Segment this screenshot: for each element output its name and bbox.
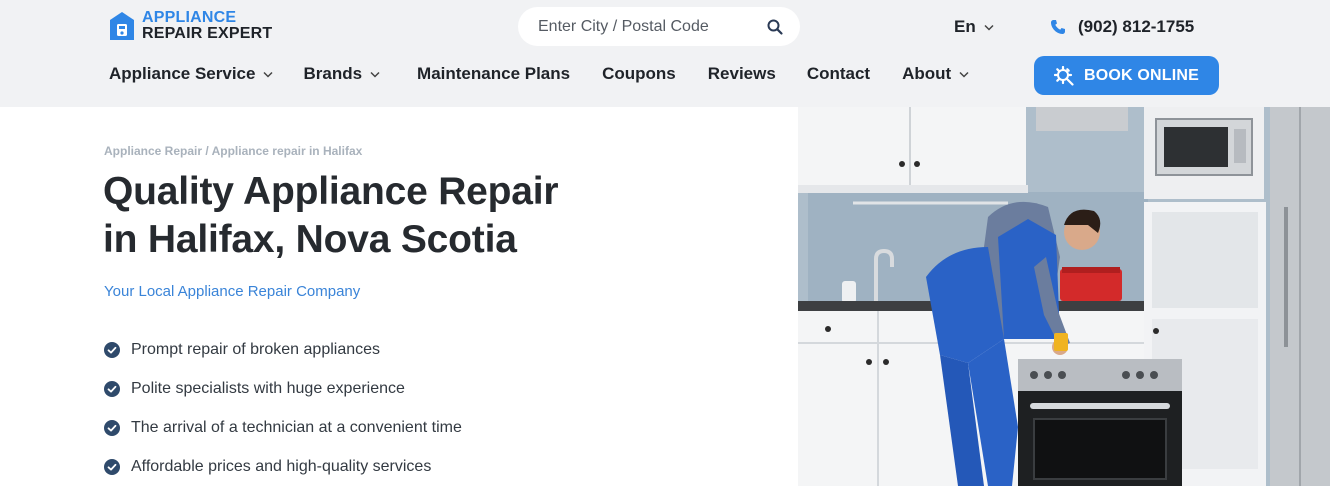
search-icon[interactable] bbox=[766, 18, 784, 36]
feature-item: Prompt repair of broken appliances bbox=[104, 330, 462, 369]
feature-text: Affordable prices and high-quality servi… bbox=[131, 457, 432, 475]
nav-item-label: Maintenance Plans bbox=[417, 64, 571, 83]
chevron-down-icon bbox=[984, 24, 994, 31]
page-subtitle: Your Local Appliance Repair Company bbox=[104, 283, 361, 300]
nav-appliance-service[interactable]: Appliance Service bbox=[109, 64, 273, 84]
page-title: Quality Appliance Repair in Halifax, Nov… bbox=[103, 168, 663, 264]
feature-text: Prompt repair of broken appliances bbox=[131, 340, 381, 358]
logo-house-icon bbox=[110, 12, 134, 40]
feature-text: The arrival of a technician at a conveni… bbox=[131, 418, 462, 436]
breadcrumb-current: Appliance repair in Halifax bbox=[211, 144, 363, 158]
logo[interactable]: APPLIANCE REPAIR EXPERT bbox=[108, 10, 272, 42]
breadcrumb-separator: / bbox=[202, 144, 212, 158]
nav-about[interactable]: About bbox=[902, 64, 969, 84]
language-label: En bbox=[954, 17, 976, 36]
logo-text: APPLIANCE REPAIR EXPERT bbox=[142, 10, 272, 42]
check-circle-icon bbox=[104, 419, 120, 436]
location-search-input[interactable] bbox=[538, 17, 766, 36]
feature-item: Polite specialists with huge experience bbox=[104, 369, 462, 408]
phone-number: (902) 812-1755 bbox=[1078, 17, 1195, 36]
book-online-button[interactable]: BOOK ONLINE bbox=[1034, 56, 1219, 95]
feature-item: The arrival of a technician at a conveni… bbox=[104, 408, 462, 447]
chevron-down-icon bbox=[959, 71, 969, 78]
logo-line-1: APPLIANCE bbox=[142, 9, 237, 26]
nav-item-label: Reviews bbox=[707, 64, 776, 83]
kitchen-illustration bbox=[798, 107, 1330, 486]
nav-contact[interactable]: Contact bbox=[807, 64, 870, 84]
feature-text: Polite specialists with huge experience bbox=[131, 379, 405, 397]
nav-maintenance-plans[interactable]: Maintenance Plans bbox=[417, 64, 570, 84]
nav-item-label: Coupons bbox=[602, 64, 676, 83]
phone-icon bbox=[1051, 20, 1065, 34]
breadcrumb: Appliance Repair / Appliance repair in H… bbox=[104, 144, 362, 158]
site-header: APPLIANCE REPAIR EXPERT En (902) 812-175… bbox=[0, 0, 1330, 107]
check-circle-icon bbox=[104, 380, 120, 397]
book-online-label: BOOK ONLINE bbox=[1083, 66, 1200, 84]
check-circle-icon bbox=[104, 341, 120, 358]
title-line-2: in Halifax, Nova Scotia bbox=[103, 218, 517, 261]
phone-link[interactable]: (902) 812-1755 bbox=[1050, 17, 1194, 37]
language-selector[interactable]: En bbox=[954, 17, 994, 37]
breadcrumb-link-appliance-repair[interactable]: Appliance Repair bbox=[104, 144, 202, 158]
chevron-down-icon bbox=[370, 71, 380, 78]
hero-image-technician-repairing-oven bbox=[798, 107, 1330, 486]
nav-brands[interactable]: Brands bbox=[303, 64, 380, 84]
nav-item-label: Contact bbox=[806, 64, 871, 83]
feature-item: Affordable prices and high-quality servi… bbox=[104, 447, 462, 486]
nav-item-label: Brands bbox=[303, 64, 363, 83]
nav-item-label: About bbox=[902, 64, 952, 83]
nav-item-label: Appliance Service bbox=[109, 64, 256, 83]
main-nav: Appliance Service Brands Maintenance Pla… bbox=[109, 64, 969, 84]
location-search bbox=[518, 7, 800, 46]
title-line-1: Quality Appliance Repair bbox=[103, 170, 559, 213]
feature-list: Prompt repair of broken appliances Polit… bbox=[104, 330, 462, 486]
gear-wrench-icon bbox=[1053, 65, 1074, 86]
nav-coupons[interactable]: Coupons bbox=[602, 64, 676, 84]
nav-reviews[interactable]: Reviews bbox=[708, 64, 776, 84]
chevron-down-icon bbox=[263, 71, 273, 78]
check-circle-icon bbox=[104, 458, 120, 475]
logo-line-2: REPAIR EXPERT bbox=[142, 25, 273, 42]
